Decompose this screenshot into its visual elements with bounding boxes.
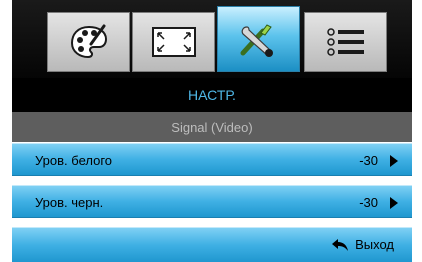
- menu-item-black-level[interactable]: Уров. черн. -30: [12, 185, 412, 218]
- chevron-right-icon[interactable]: [390, 197, 398, 209]
- exit-button[interactable]: Выход: [331, 237, 394, 252]
- palette-icon: [70, 24, 107, 59]
- menu-subtitle: Signal (Video): [12, 112, 412, 142]
- chevron-right-icon[interactable]: [390, 155, 398, 167]
- screen-resize-icon: [151, 27, 196, 57]
- back-arrow-icon: [332, 238, 349, 251]
- tab-options[interactable]: [304, 12, 387, 72]
- menu-item-label: Уров. черн.: [35, 195, 104, 210]
- exit-label: Выход: [355, 237, 394, 252]
- menu-item-value: -30: [359, 195, 378, 210]
- tab-settings[interactable]: [217, 6, 300, 72]
- menu-item-white-level[interactable]: Уров. белого -30: [12, 143, 412, 176]
- tab-image[interactable]: [132, 12, 215, 72]
- menu-item-value: -30: [359, 153, 378, 168]
- tools-icon: [240, 24, 273, 57]
- row-divider: [12, 176, 412, 185]
- menu-item-label: Уров. белого: [35, 153, 113, 168]
- menu-footer: Выход: [12, 227, 412, 262]
- menu-title: НАСТР.: [12, 78, 412, 112]
- tab-display[interactable]: [47, 12, 130, 72]
- list-icon: [326, 28, 364, 56]
